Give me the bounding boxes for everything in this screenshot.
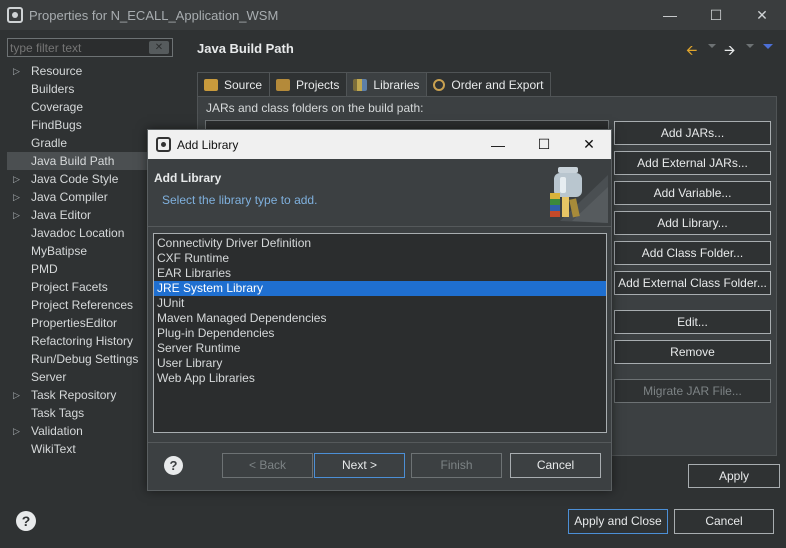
source-folder-icon [204,78,218,91]
add-library-dialog: Add Library — ☐ ✕ Add Library Select the… [147,129,612,491]
tree-item-label: Refactoring History [31,334,134,348]
library-list-item[interactable]: JRE System Library [154,281,606,296]
add-library-button[interactable]: Add Library... [614,211,771,235]
tab-order-export[interactable]: Order and Export [426,72,552,96]
tree-item-label: Server [31,370,67,384]
tab-order-export-label: Order and Export [451,77,544,92]
finish-button[interactable]: Finish [411,453,502,478]
tree-item-label: Project References [31,298,134,312]
page-title: Java Build Path [197,41,294,56]
edit-button[interactable]: Edit... [614,310,771,334]
dialog-cancel-button[interactable]: Cancel [510,453,601,478]
build-path-label: JARs and class folders on the build path… [206,101,424,115]
tree-item-label: Coverage [31,100,84,114]
library-list-item[interactable]: Plug-in Dependencies [154,326,606,341]
help-icon[interactable]: ? [16,511,36,531]
window-title: Properties for N_ECALL_Application_WSM [29,7,279,23]
tree-item-label: Java Build Path [31,154,115,168]
view-menu-icon[interactable] [763,44,773,49]
close-icon[interactable]: ✕ [740,0,784,30]
cancel-button[interactable]: Cancel [674,509,774,534]
tree-item[interactable]: Coverage [7,98,173,116]
library-list-item[interactable]: Connectivity Driver Definition [154,236,606,251]
tab-projects-label: Projects [296,77,340,92]
tab-source-label: Source [224,77,263,92]
dialog-header: Add Library Select the library type to a… [148,159,611,227]
migrate-jar-button[interactable]: Migrate JAR File... [614,379,771,403]
dialog-header-description: Select the library type to add. [162,193,318,207]
expand-arrow-icon[interactable]: ▷ [13,188,20,206]
build-path-tabs: Source Projects Libraries Order and Expo… [197,72,552,97]
dialog-maximize-icon[interactable]: ☐ [522,130,566,159]
expand-arrow-icon[interactable]: ▷ [13,170,20,188]
minimize-icon[interactable]: — [648,0,692,30]
expand-arrow-icon[interactable]: ▷ [13,422,20,440]
tree-item[interactable]: ▷ Resource [7,62,173,80]
tree-item-label: Project Facets [31,280,108,294]
dialog-minimize-icon[interactable]: — [476,130,520,159]
dialog-separator [148,442,611,443]
tree-item-label: Java Compiler [31,190,108,204]
tree-item-label: PMD [31,262,58,276]
tree-item-label: Gradle [31,136,68,150]
add-jars-button[interactable]: Add JARs... [614,121,771,145]
dialog-close-icon[interactable]: ✕ [567,130,611,159]
expand-arrow-icon[interactable]: ▷ [13,386,20,404]
dialog-title: Add Library [177,137,239,152]
tree-item[interactable]: Builders [7,80,173,98]
tab-projects[interactable]: Projects [269,72,348,96]
back-button[interactable]: < Back [222,453,313,478]
library-list-item[interactable]: CXF Runtime [154,251,606,266]
tree-item-label: Builders [31,82,75,96]
library-list-item[interactable]: User Library [154,356,606,371]
order-export-icon [433,78,446,91]
tree-item-label: MyBatipse [31,244,88,258]
next-button[interactable]: Next > [314,453,405,478]
tree-item-label: Java Code Style [31,172,119,186]
library-type-list[interactable]: Connectivity Driver Definition CXF Runtim… [153,233,607,433]
expand-arrow-icon[interactable]: ▷ [13,206,20,224]
add-class-folder-button[interactable]: Add Class Folder... [614,241,771,265]
tree-item-label: FindBugs [31,118,82,132]
apply-and-close-button[interactable]: Apply and Close [568,509,668,534]
maximize-icon[interactable]: ☐ [694,0,738,30]
dialog-help-icon[interactable]: ? [164,456,183,475]
tree-item-label: Task Tags [31,406,85,420]
library-list-item[interactable]: Server Runtime [154,341,606,356]
library-wizard-banner-icon [550,167,608,223]
tree-item-label: WikiText [31,442,76,456]
clear-filter-icon[interactable]: ✕ [149,41,169,54]
apply-button[interactable]: Apply [688,464,780,488]
eclipse-app-icon [156,137,171,152]
back-history-dropdown-icon[interactable] [708,44,716,48]
tree-item-label: Validation [31,424,83,438]
project-folder-icon [276,78,291,91]
tree-item-label: Resource [31,64,83,78]
library-list-item[interactable]: EAR Libraries [154,266,606,281]
tree-item-label: PropertiesEditor [31,316,118,330]
library-icon [353,79,368,91]
add-variable-button[interactable]: Add Variable... [614,181,771,205]
add-external-class-folder-button[interactable]: Add External Class Folder... [614,271,771,295]
tree-item-label: Javadoc Location [31,226,125,240]
tree-item-label: Task Repository [31,388,117,402]
library-list-item[interactable]: Maven Managed Dependencies [154,311,606,326]
expand-arrow-icon[interactable]: ▷ [13,62,20,80]
add-external-jars-button[interactable]: Add External JARs... [614,151,771,175]
tab-libraries[interactable]: Libraries [346,72,428,97]
eclipse-app-icon [7,7,23,23]
dialog-header-title: Add Library [154,171,222,185]
back-arrow-icon[interactable]: 🡨 [686,40,697,64]
tab-source[interactable]: Source [197,72,271,96]
forward-history-dropdown-icon[interactable] [746,44,754,48]
tree-item-label: Run/Debug Settings [31,352,139,366]
forward-arrow-icon[interactable]: 🡪 [724,40,735,64]
library-list-item[interactable]: JUnit [154,296,606,311]
library-list-item[interactable]: Web App Libraries [154,371,606,386]
tree-item-label: Java Editor [31,208,92,222]
remove-button[interactable]: Remove [614,340,771,364]
tab-libraries-label: Libraries [373,78,420,92]
